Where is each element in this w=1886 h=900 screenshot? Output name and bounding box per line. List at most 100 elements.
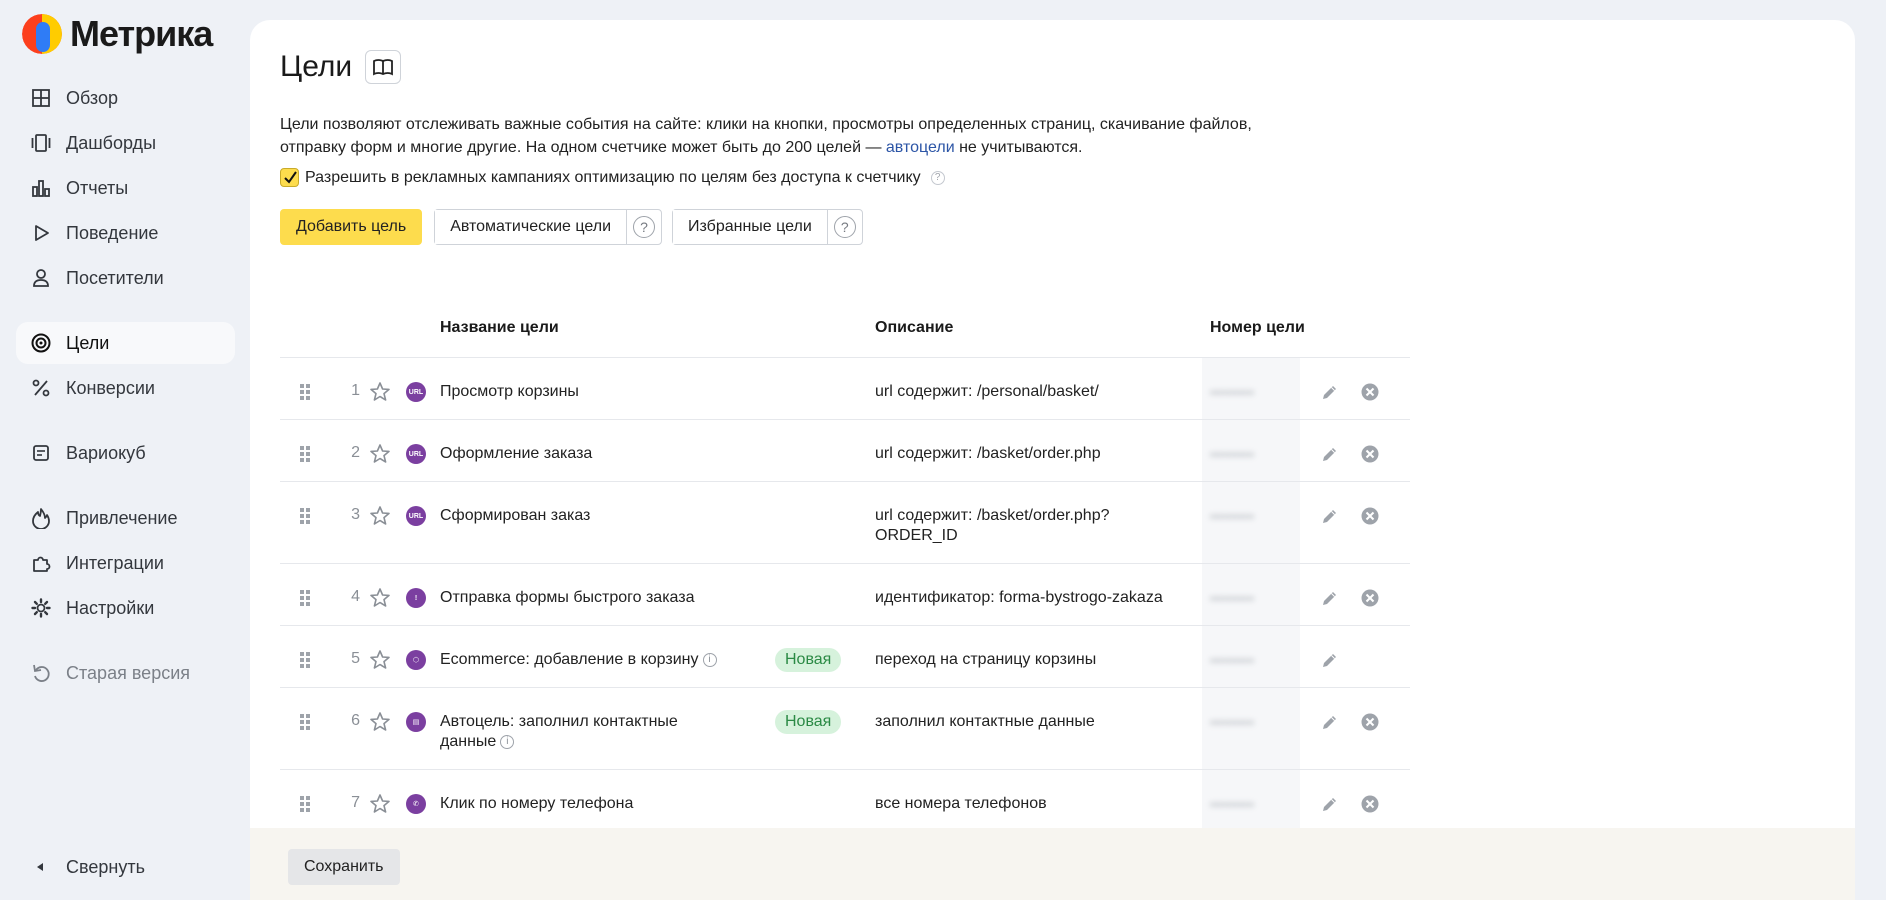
drag-handle-icon[interactable] xyxy=(298,506,312,526)
drag-handle-icon[interactable] xyxy=(298,794,312,814)
optimization-checkbox-row: Разрешить в рекламных кампаниях оптимиза… xyxy=(280,168,945,187)
table-row[interactable]: 6 ▤ Автоцель: заполнил контактные данные i Н… xyxy=(280,688,1410,770)
goal-id-hidden: ••••••••• xyxy=(1210,652,1255,668)
form-icon: ! xyxy=(406,588,426,608)
goal-name[interactable]: Отправка формы быстрого заказа xyxy=(440,588,730,608)
table-row[interactable]: 5 ⬡ Ecommerce: добавление в корзину i Новая п… xyxy=(280,626,1410,688)
goal-description: url содержит: /basket/order.php? ORDER_I… xyxy=(875,507,1110,544)
table-header: Название цели Описание Номер цели xyxy=(280,296,1410,358)
goal-id-hidden: ••••••••• xyxy=(1210,446,1255,462)
sidebar-item-4[interactable]: Поведение xyxy=(16,212,235,254)
play-icon xyxy=(30,222,52,244)
delete-icon[interactable] xyxy=(1360,506,1380,526)
delete-icon[interactable] xyxy=(1360,444,1380,464)
header-description[interactable]: Описание xyxy=(875,319,953,337)
star-icon[interactable] xyxy=(368,380,392,404)
sidebar-item-6[interactable]: Цели xyxy=(16,322,235,364)
question-icon[interactable]: ? xyxy=(930,170,945,185)
footer-bar: Сохранить xyxy=(250,828,1855,900)
goal-description: заполнил контактные данные xyxy=(875,713,1095,730)
goal-name-text: Ecommerce: добавление в корзину xyxy=(440,651,699,668)
sidebar-item-8[interactable]: Вариокуб xyxy=(16,432,235,474)
add-goal-button[interactable]: Добавить цель xyxy=(280,209,423,245)
goal-description: переход на страницу корзины xyxy=(875,651,1097,668)
autogoals-link[interactable]: автоцели xyxy=(886,139,955,156)
drag-handle-icon[interactable] xyxy=(298,588,312,608)
drag-handle-icon[interactable] xyxy=(298,712,312,732)
sidebar-item-1[interactable]: Обзор xyxy=(16,77,235,119)
intro-text: Цели позволяют отслеживать важные событи… xyxy=(280,113,1290,159)
table-row[interactable]: 7 ✆ Клик по номеру телефона все номера теле… xyxy=(280,770,1410,832)
logo[interactable]: Метрика xyxy=(22,12,213,56)
table-row[interactable]: 1 URL Просмотр корзины url содержит: /perso… xyxy=(280,358,1410,420)
info-icon[interactable]: i xyxy=(500,734,515,749)
collapse-label: Свернуть xyxy=(66,856,145,877)
star-icon[interactable] xyxy=(368,710,392,734)
star-icon[interactable] xyxy=(368,586,392,610)
sidebar-item-11[interactable]: Настройки xyxy=(16,587,235,629)
favorite-goals-button[interactable]: Избранные цели xyxy=(673,210,828,244)
star-icon[interactable] xyxy=(368,792,392,816)
pencil-icon[interactable] xyxy=(1320,588,1340,608)
star-icon[interactable] xyxy=(368,648,392,672)
table-row[interactable]: 3 URL Сформирован заказ url содержит: /bask… xyxy=(280,482,1410,564)
auto-goals-button[interactable]: Автоматические цели xyxy=(435,210,628,244)
goal-name[interactable]: Клик по номеру телефона xyxy=(440,794,730,814)
sidebar-item-9[interactable]: Привлечение xyxy=(16,497,235,539)
pencil-icon[interactable] xyxy=(1320,650,1340,670)
sidebar-item-7[interactable]: Конверсии xyxy=(16,367,235,409)
intro-line-1: Цели позволяют отслеживать важные событи… xyxy=(280,116,1252,133)
sidebar-item-5[interactable]: Посетители xyxy=(16,257,235,299)
goal-name[interactable]: Автоцель: заполнил контактные данные i xyxy=(440,712,730,752)
sidebar-item-2[interactable]: Дашборды xyxy=(16,122,235,164)
favorite-goals-help-button[interactable]: ? xyxy=(828,210,862,244)
favorite-goals-group: Избранные цели ? xyxy=(672,209,863,245)
goal-name[interactable]: Ecommerce: добавление в корзину i xyxy=(440,650,730,670)
save-button[interactable]: Сохранить xyxy=(288,849,400,885)
goal-description: все номера телефонов xyxy=(875,795,1047,812)
sidebar-item-label: Поведение xyxy=(66,222,159,243)
pencil-icon[interactable] xyxy=(1320,712,1340,732)
star-icon[interactable] xyxy=(368,442,392,466)
auto-goals-group: Автоматические цели ? xyxy=(434,209,663,245)
delete-icon[interactable] xyxy=(1360,794,1380,814)
help-book-button[interactable] xyxy=(365,50,401,84)
goal-name-text: Клик по номеру телефона xyxy=(440,795,634,812)
drag-handle-icon[interactable] xyxy=(298,650,312,670)
table-row[interactable]: 4! Отправка формы быстрого заказа идентифи… xyxy=(280,564,1410,626)
star-icon[interactable] xyxy=(368,504,392,528)
delete-icon[interactable] xyxy=(1360,382,1380,402)
metrika-logo-icon xyxy=(22,14,62,54)
sidebar-item-3[interactable]: Отчеты xyxy=(16,167,235,209)
delete-icon[interactable] xyxy=(1360,712,1380,732)
goal-name[interactable]: Сформирован заказ xyxy=(440,506,730,526)
auto-goals-help-button[interactable]: ? xyxy=(627,210,661,244)
optimization-checkbox-label[interactable]: Разрешить в рекламных кампаниях оптимиза… xyxy=(305,169,921,187)
optimization-checkbox[interactable] xyxy=(280,168,299,187)
pencil-icon[interactable] xyxy=(1320,794,1340,814)
sidebar-item-10[interactable]: Интеграции xyxy=(16,542,235,584)
url-icon: URL xyxy=(406,382,426,402)
header-goal-id[interactable]: Номер цели xyxy=(1210,319,1305,337)
intro-line-2-end: не учитываются. xyxy=(954,139,1083,156)
goal-name-text: Автоцель: заполнил контактные данные xyxy=(440,713,678,750)
info-icon[interactable]: i xyxy=(702,652,717,667)
table-row[interactable]: 2 URL Оформление заказа url содержит: /bask… xyxy=(280,420,1410,482)
bar-chart-icon xyxy=(30,177,52,199)
cube-icon: ⬡ xyxy=(406,650,426,670)
sidebar-item-12[interactable]: Старая версия xyxy=(16,652,235,694)
pencil-icon[interactable] xyxy=(1320,506,1340,526)
goal-description: url содержит: /personal/basket/ xyxy=(875,383,1099,400)
goal-name[interactable]: Оформление заказа xyxy=(440,444,730,464)
pencil-icon[interactable] xyxy=(1320,444,1340,464)
header-name[interactable]: Название цели xyxy=(440,319,559,337)
sidebar-item-label: Настройки xyxy=(66,597,155,618)
pencil-icon[interactable] xyxy=(1320,382,1340,402)
collapse-button[interactable]: Свернуть xyxy=(16,846,235,888)
drag-handle-icon[interactable] xyxy=(298,444,312,464)
sidebar-item-label: Дашборды xyxy=(66,132,156,153)
sidebar-item-label: Интеграции xyxy=(66,552,164,573)
delete-icon[interactable] xyxy=(1360,588,1380,608)
drag-handle-icon[interactable] xyxy=(298,382,312,402)
goal-name[interactable]: Просмотр корзины xyxy=(440,382,730,402)
